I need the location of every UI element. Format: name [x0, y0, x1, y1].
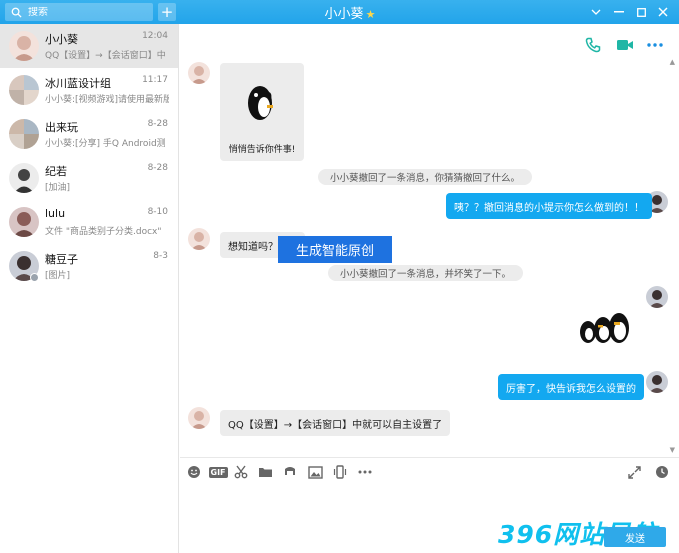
avatar — [9, 163, 39, 193]
avatar — [9, 75, 39, 105]
status-badge — [30, 273, 39, 282]
sticker-message[interactable]: 悄悄告诉你件事! — [220, 63, 304, 161]
search-icon — [11, 7, 22, 18]
send-button[interactable]: 发送 — [604, 527, 666, 547]
shake-icon[interactable] — [332, 464, 348, 480]
search-box[interactable] — [5, 3, 153, 21]
contact-preview: [图片] — [45, 271, 71, 281]
phone-icon[interactable] — [584, 36, 602, 54]
window-title: 小小葵 ★ — [300, 3, 400, 22]
contact-time: 8-28 — [147, 163, 168, 173]
contact-item[interactable]: 出来玩 8-28 小小葵:[分享] 手Q Android测 — [0, 112, 178, 156]
maximize-button[interactable] — [632, 3, 650, 21]
contact-item[interactable]: 纪若 8-28 [加油] — [0, 156, 178, 200]
incoming-message[interactable]: QQ【设置】→【会话窗口】中就可以自主设置了 — [220, 410, 451, 436]
penguins-sticker-icon[interactable] — [578, 306, 632, 346]
folder-icon[interactable] — [257, 464, 273, 480]
contact-preview: QQ【设置】→【会话窗口】中 — [45, 51, 166, 61]
expand-icon[interactable] — [626, 464, 642, 480]
contact-time: 12:04 — [142, 31, 168, 41]
avatar — [9, 119, 39, 149]
more-icon[interactable] — [646, 36, 664, 54]
penguin-sticker-icon — [248, 86, 273, 120]
video-call-icon[interactable] — [616, 36, 634, 54]
contact-name: 冰川蓝设计组 — [45, 77, 111, 90]
outgoing-message[interactable]: 厉害了，快告诉我怎么设置的 — [498, 374, 644, 400]
contact-preview: 小小葵:[视频游戏]请使用最新版 — [45, 95, 169, 105]
contact-time: 11:17 — [142, 75, 168, 85]
contact-name: 小小葵 — [45, 33, 78, 46]
more-tools-icon[interactable] — [357, 464, 373, 480]
avatar — [188, 407, 210, 429]
avatar — [646, 286, 668, 308]
watermark-label: 生成智能原创 — [278, 236, 392, 263]
avatar — [9, 31, 39, 61]
contact-item[interactable]: 糖豆子 8-3 [图片] — [0, 244, 178, 288]
contact-time: 8-10 — [147, 207, 168, 217]
chevron-down-icon[interactable] — [587, 3, 605, 21]
contact-name: 糖豆子 — [45, 253, 78, 266]
contact-list: 小小葵 12:04 QQ【设置】→【会话窗口】中 冰川蓝设计组 11:17 小小… — [0, 24, 179, 553]
avatar — [188, 62, 210, 84]
window-title-text: 小小葵 — [324, 7, 364, 22]
system-notice: 小小葵撤回了一条消息，你猜猜撤回了什么。 — [318, 169, 533, 185]
image-icon[interactable] — [307, 464, 323, 480]
scissors-icon[interactable] — [233, 464, 249, 480]
outgoing-message[interactable]: 咦？？撤回消息的小提示你怎么做到的！！ — [446, 193, 652, 219]
contact-item[interactable]: 冰川蓝设计组 11:17 小小葵:[视频游戏]请使用最新版 — [0, 68, 178, 112]
system-notice: 小小葵撤回了一条消息，并坏笑了一下。 — [328, 265, 524, 281]
gif-icon[interactable]: GIF — [208, 464, 228, 480]
contact-item[interactable]: 小小葵 12:04 QQ【设置】→【会话窗口】中 — [0, 24, 178, 68]
music-icon[interactable] — [282, 464, 298, 480]
add-button[interactable]: + — [158, 3, 176, 21]
scroll-down-icon[interactable]: ▼ — [670, 446, 675, 454]
contact-name: 纪若 — [45, 165, 67, 178]
avatar — [188, 228, 210, 250]
contact-item[interactable]: lulu 8-10 文件 "商品类别子分类.docx" — [0, 200, 178, 244]
emoji-icon[interactable] — [186, 464, 202, 480]
close-button[interactable] — [654, 3, 672, 21]
avatar — [9, 207, 39, 237]
contact-preview: 小小葵:[分享] 手Q Android测 — [45, 139, 166, 149]
star-icon: ★ — [365, 8, 376, 21]
message-area: 悄悄告诉你件事! 小小葵撤回了一条消息，你猜猜撤回了什么。 咦？？撤回消息的小提… — [180, 56, 679, 456]
avatar — [646, 371, 668, 393]
title-bar: + 小小葵★ — [0, 0, 679, 24]
contact-preview: 文件 "商品类别子分类.docx" — [45, 227, 162, 237]
sticker-caption: 悄悄告诉你件事! — [228, 145, 296, 155]
search-input[interactable] — [28, 6, 148, 18]
gif-label: GIF — [208, 466, 228, 478]
history-icon[interactable] — [654, 464, 670, 480]
minimize-button[interactable] — [610, 3, 628, 21]
contact-time: 8-28 — [147, 119, 168, 129]
input-toolbar: GIF — [180, 457, 679, 487]
contact-name: 出来玩 — [45, 121, 78, 134]
contact-preview: [加油] — [45, 183, 71, 193]
contact-name: lulu — [45, 207, 66, 220]
chat-panel: ▲ 悄悄告诉你件事! 小小葵撤回了一条消息，你猜猜撤回了什么。 咦？？撤回消息的… — [180, 24, 679, 553]
contact-time: 8-3 — [153, 251, 168, 261]
